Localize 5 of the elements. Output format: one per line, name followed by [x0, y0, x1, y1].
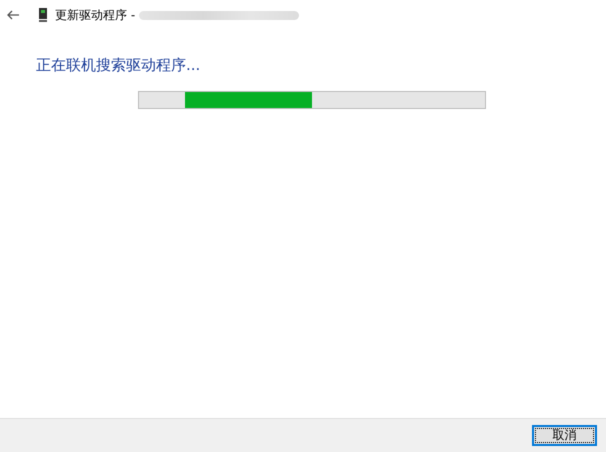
device-icon [39, 8, 47, 22]
cancel-button[interactable]: 取消 [532, 425, 597, 446]
back-arrow-icon[interactable] [7, 10, 19, 20]
status-heading: 正在联机搜索驱动程序... [36, 56, 202, 75]
window-title: 更新驱动程序 - [55, 6, 136, 24]
